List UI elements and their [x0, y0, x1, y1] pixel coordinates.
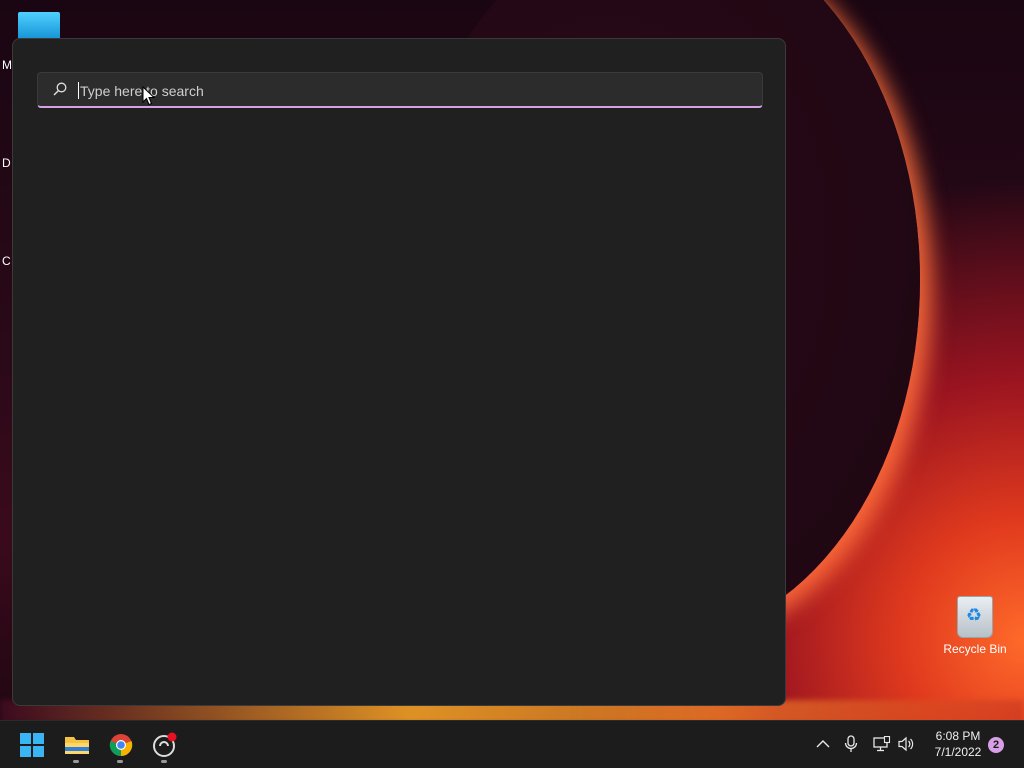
recycle-bin[interactable]: ♻ Recycle Bin: [940, 596, 1010, 656]
desktop-icon-label-partial: D: [2, 156, 11, 170]
taskbar-app[interactable]: [145, 725, 185, 765]
notification-badge[interactable]: 2: [988, 737, 1004, 753]
microphone-icon[interactable]: [842, 735, 860, 753]
start-button[interactable]: [12, 725, 52, 765]
volume-icon[interactable]: [898, 735, 916, 753]
clock[interactable]: 6:08 PM 7/1/2022: [926, 728, 990, 760]
show-hidden-icons-chevron-icon[interactable]: [814, 735, 832, 753]
taskbar: 6:08 PM 7/1/2022 2: [0, 720, 1024, 768]
windows-logo-icon: [20, 733, 44, 757]
mouse-cursor-icon: [142, 86, 156, 106]
search-input[interactable]: [78, 79, 742, 103]
recycle-bin-label: Recycle Bin: [943, 642, 1007, 656]
taskbar-chrome[interactable]: [101, 725, 141, 765]
clock-date: 7/1/2022: [934, 745, 982, 759]
chrome-icon: [109, 734, 133, 757]
desktop-icon-partial[interactable]: [18, 12, 60, 40]
recycle-bin-icon: ♻: [957, 596, 993, 638]
taskbar-file-explorer[interactable]: [57, 725, 97, 765]
desktop-icon-label-partial: C: [2, 254, 11, 268]
running-indicator: [73, 760, 79, 763]
search-panel: [12, 38, 786, 706]
desktop-icon-label-partial: M: [2, 58, 12, 72]
app-icon: [153, 732, 177, 757]
folder-icon: [65, 737, 89, 754]
running-indicator: [117, 760, 123, 763]
search-icon: [53, 82, 67, 96]
text-caret: [78, 82, 79, 99]
network-icon[interactable]: [873, 735, 891, 753]
clock-time: 6:08 PM: [935, 729, 981, 743]
running-indicator: [161, 760, 167, 763]
